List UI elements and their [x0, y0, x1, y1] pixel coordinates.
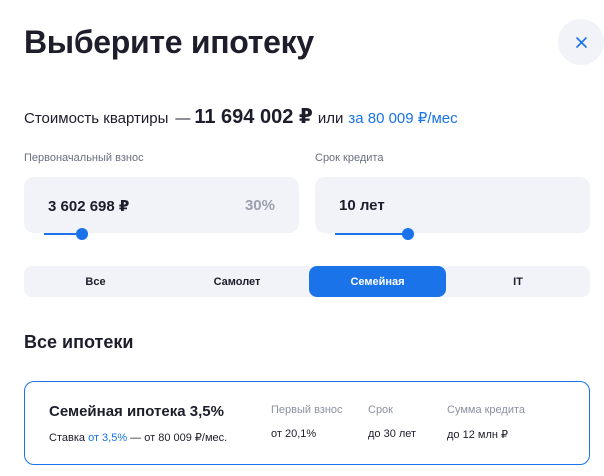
rate-prefix: Ставка — [49, 432, 85, 444]
term-value: до 30 лет — [368, 428, 417, 440]
first-payment-label: Первый взнос — [271, 404, 343, 416]
section-title: Все ипотеки — [24, 332, 134, 352]
term-label: Срок — [368, 404, 393, 416]
tab-samolet[interactable]: Самолет — [166, 266, 308, 297]
loan-term-label: Срок кредита — [315, 152, 384, 164]
mortgage-card[interactable]: Семейная ипотека 3,5% Ставка от 3,5% — о… — [24, 381, 590, 465]
cost-label: Стоимость квартиры — [24, 110, 169, 127]
loan-term-slider-track[interactable] — [335, 233, 409, 235]
cost-dash: — — [175, 110, 191, 127]
tab-all[interactable]: Все — [24, 266, 167, 297]
loan-amount-label: Сумма кредита — [447, 404, 526, 416]
down-payment-slider-thumb[interactable] — [76, 228, 89, 240]
apartment-cost-line: Стоимость квартиры — 11 694 002 ₽ или за… — [24, 104, 458, 129]
apartment-price: 11 694 002 ₽ — [194, 106, 313, 128]
mortgage-type-tabs: Все Самолет Семейная IT — [24, 266, 590, 297]
close-button[interactable] — [558, 19, 604, 65]
mortgage-card-rate: Ставка от 3,5% — от 80 009 ₽/мес. — [49, 431, 227, 444]
page-title: Выберите ипотеку — [24, 24, 314, 60]
loan-term-field[interactable]: 10 лет — [315, 177, 590, 233]
loan-term-value[interactable]: 10 лет — [339, 197, 385, 214]
rate-value: от 3,5% — [88, 432, 128, 444]
monthly-payment-link[interactable]: за 80 009 ₽/мес — [348, 109, 457, 127]
loan-amount-value: до 12 млн ₽ — [447, 429, 508, 441]
down-payment-field[interactable]: 3 602 698 ₽ 30% — [24, 177, 299, 233]
tab-family[interactable]: Семейная — [309, 266, 446, 297]
first-payment-value: от 20,1% — [271, 428, 317, 440]
down-payment-value[interactable]: 3 602 698 ₽ — [48, 197, 129, 215]
down-payment-percent: 30% — [244, 197, 275, 214]
close-icon — [575, 36, 587, 48]
rate-suffix: — от 80 009 ₽/мес. — [130, 432, 228, 444]
cost-or: или — [317, 110, 344, 127]
down-payment-label: Первоначальный взнос — [24, 152, 144, 164]
tab-it[interactable]: IT — [446, 266, 590, 297]
loan-term-slider-thumb[interactable] — [402, 228, 415, 240]
mortgage-card-title: Семейная ипотека 3,5% — [49, 403, 224, 420]
